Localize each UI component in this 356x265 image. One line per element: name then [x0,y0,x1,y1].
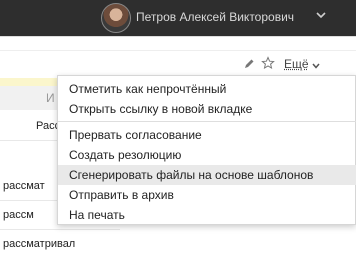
menu-item-print[interactable]: На печать [58,205,356,225]
user-avatar[interactable] [101,3,131,33]
column-header-label: И [46,91,55,105]
star-icon[interactable] [261,56,275,70]
menu-item-archive[interactable]: Отправить в архив [58,185,356,205]
user-name[interactable]: Петров Алексей Викторович [136,10,294,24]
divider [0,36,356,37]
menu-divider [58,121,356,122]
more-button[interactable]: Ещё [284,57,309,71]
menu-item-mark-unread[interactable]: Отметить как непрочтённый [58,79,356,99]
table-cell: рассмат [3,180,45,192]
menu-item-open-new-tab[interactable]: Открыть ссылку в новой вкладке [58,99,356,119]
table-row[interactable]: рассматривал [0,230,120,258]
menu-item-stop-approval[interactable]: Прервать согласование [58,125,356,145]
table-cell: рассм [3,209,34,221]
chevron-down-icon[interactable] [315,9,327,21]
table-cell: рассматривал [3,238,76,250]
top-bar: Петров Алексей Викторович [0,0,356,36]
pencil-icon[interactable] [243,58,255,70]
actions-dropdown-menu: Отметить как непрочтённый Открыть ссылку… [57,75,356,225]
chevron-down-icon[interactable] [311,61,321,71]
menu-item-create-resolution[interactable]: Создать резолюцию [58,145,356,165]
menu-item-generate-files[interactable]: Сгенерировать файлы на основе шаблонов [58,165,356,185]
divider [0,50,356,51]
